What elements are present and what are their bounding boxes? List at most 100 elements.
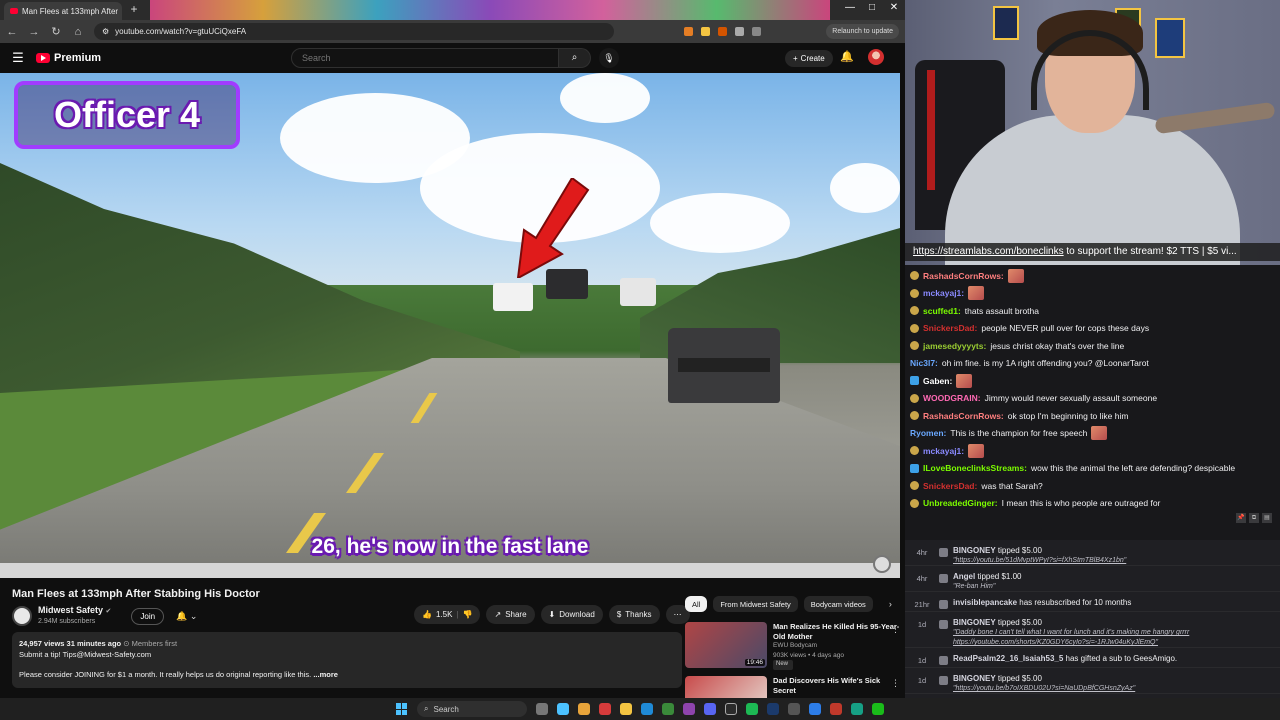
event-username[interactable]: invisiblepancake [953, 598, 1017, 607]
url-bar[interactable]: ⚙ youtube.com/watch?v=gtuUCiQxeFA [94, 23, 614, 40]
chat-username[interactable]: SnickersDad: [923, 323, 977, 333]
recommended-title[interactable]: Man Realizes He Killed His 95-Year-Old M… [773, 622, 900, 641]
chat-username[interactable]: mckayaj1: [923, 446, 964, 456]
share-button[interactable]: ↗ Share [486, 605, 535, 624]
subscriber-badge-icon[interactable] [910, 271, 919, 281]
chip-from-channel[interactable]: From Midwest Safety [713, 596, 798, 612]
recommended-video[interactable]: 19:46 Man Realizes He Killed His 95-Year… [685, 622, 900, 670]
microphone-icon[interactable]: 🎙 [599, 48, 619, 68]
recommended-title[interactable]: Dad Discovers His Wife's Sick Secret [773, 676, 900, 695]
subscriber-badge-icon[interactable] [910, 446, 919, 456]
thumbs-down-icon[interactable]: 👎 [463, 610, 473, 619]
extension-icon[interactable] [684, 27, 693, 36]
event-username[interactable]: BINGONEY [953, 618, 996, 627]
chat-username[interactable]: WOODGRAIN: [923, 393, 981, 403]
window-minimize-button[interactable]: — [840, 2, 860, 18]
subscriber-badge-icon[interactable] [910, 481, 919, 491]
chip-bodycam[interactable]: Bodycam videos [803, 596, 873, 612]
channel-name[interactable]: Midwest Safety ✔ [38, 605, 111, 617]
app-icon[interactable] [662, 703, 674, 715]
subscriber-badge-icon[interactable] [910, 463, 919, 473]
new-tab-button[interactable]: + [127, 2, 141, 18]
extension-icon[interactable] [701, 27, 710, 36]
taskbar-search[interactable]: ⌕ Search [417, 701, 527, 717]
subscriber-badge-icon[interactable] [910, 341, 919, 351]
windows-start-icon[interactable] [396, 703, 408, 715]
pin-icon[interactable]: 📌 [1236, 513, 1246, 523]
event-message[interactable]: "Daddy bone I can't tell what I want for… [953, 628, 1280, 648]
video-thumbnail[interactable]: 19:46 [685, 622, 767, 668]
popout-icon[interactable]: ⧉ [1249, 513, 1259, 523]
extension-icon[interactable] [735, 27, 744, 36]
video-thumbnail[interactable] [685, 676, 767, 698]
channel-avatar[interactable] [12, 606, 32, 626]
reload-icon[interactable]: ↻ [50, 25, 62, 38]
subscriber-badge-icon[interactable] [910, 376, 919, 386]
download-button[interactable]: ⬇ Download [540, 605, 603, 624]
subscriber-badge-icon[interactable] [910, 306, 919, 316]
app-icon[interactable] [809, 703, 821, 715]
relaunch-button[interactable]: Relaunch to update [826, 24, 899, 39]
window-maximize-button[interactable]: □ [862, 2, 882, 18]
obs-icon[interactable] [725, 703, 737, 715]
window-close-button[interactable]: ✕ [884, 2, 904, 18]
chat-username[interactable]: SnickersDad: [923, 481, 977, 491]
chat-username[interactable]: ILoveBoneclinksStreams: [923, 463, 1027, 473]
discord-icon[interactable] [704, 703, 716, 715]
subscriber-badge-icon[interactable] [910, 288, 919, 298]
puzzle-icon[interactable] [752, 27, 761, 36]
back-arrow-icon[interactable]: ← [6, 26, 18, 38]
chat-username[interactable]: Ryomen: [910, 428, 946, 438]
app-icon[interactable] [872, 703, 884, 715]
search-input[interactable] [291, 48, 559, 68]
create-button[interactable]: + Create [785, 50, 833, 67]
menu-icon[interactable]: ☰ [0, 50, 36, 66]
chat-username[interactable]: UnbreadedGinger: [923, 498, 998, 508]
description-box[interactable]: 24,957 views 31 minutes ago ⊙ Members fi… [12, 632, 682, 688]
chat-username[interactable]: jamesedyyyyts: [923, 341, 986, 351]
like-button[interactable]: 👍 1.5K | 👎 [414, 605, 481, 624]
account-avatar[interactable] [868, 49, 884, 65]
settings-icon[interactable]: ▤ [1262, 513, 1272, 523]
chevron-right-icon[interactable]: › [889, 599, 892, 609]
app-icon[interactable] [788, 703, 800, 715]
task-view-icon[interactable] [536, 703, 548, 715]
app-icon[interactable] [851, 703, 863, 715]
app-icon[interactable] [767, 703, 779, 715]
chat-username[interactable]: RashadsCornRows: [923, 411, 1004, 421]
home-icon[interactable]: ⌂ [72, 26, 84, 38]
browser-tab[interactable]: Man Flees at 133mph After ✕ [4, 2, 122, 20]
kebab-menu-icon[interactable]: ⋮ [891, 678, 900, 689]
chrome-icon[interactable] [578, 703, 590, 715]
forward-arrow-icon[interactable]: → [28, 26, 40, 38]
chat-username[interactable]: mckayaj1: [923, 288, 964, 298]
event-message[interactable]: "https://youtu.be/51dMvptWPyI?si=fXhStmT… [953, 556, 1126, 566]
app-icon[interactable] [830, 703, 842, 715]
subscriber-badge-icon[interactable] [910, 393, 919, 403]
event-username[interactable]: BINGONEY [953, 674, 996, 683]
file-explorer-icon[interactable] [620, 703, 632, 715]
show-more-link[interactable]: ...more [313, 670, 338, 679]
chat-username[interactable]: RashadsCornRows: [923, 271, 1004, 281]
subscriber-badge-icon[interactable] [910, 498, 919, 508]
extension-icon[interactable] [718, 27, 727, 36]
ticker-link[interactable]: https://streamlabs.com/boneclinks [913, 246, 1064, 257]
event-username[interactable]: ReadPsalm22_16_Isaiah53_5 [953, 654, 1063, 663]
subscriber-badge-icon[interactable] [910, 411, 919, 421]
app-icon[interactable] [683, 703, 695, 715]
join-button[interactable]: Join [131, 607, 165, 625]
store-icon[interactable] [641, 703, 653, 715]
recommended-video[interactable]: Dad Discovers His Wife's Sick Secret ⋮ [685, 676, 900, 698]
edge-icon[interactable] [557, 703, 569, 715]
event-username[interactable]: Angel [953, 572, 975, 581]
chat-username[interactable]: Nic3l7: [910, 358, 938, 368]
spotify-icon[interactable] [746, 703, 758, 715]
video-player[interactable]: Officer 4 26, he's now in the fast lane [0, 73, 900, 578]
thanks-button[interactable]: $ Thanks [608, 605, 660, 624]
event-username[interactable]: BINGONEY [953, 546, 996, 555]
chat-username[interactable]: Gaben: [923, 376, 952, 386]
subscriber-badge-icon[interactable] [910, 323, 919, 333]
chip-all[interactable]: All [685, 596, 708, 612]
kebab-menu-icon[interactable]: ⋮ [891, 624, 900, 635]
chrome-alt-icon[interactable] [599, 703, 611, 715]
